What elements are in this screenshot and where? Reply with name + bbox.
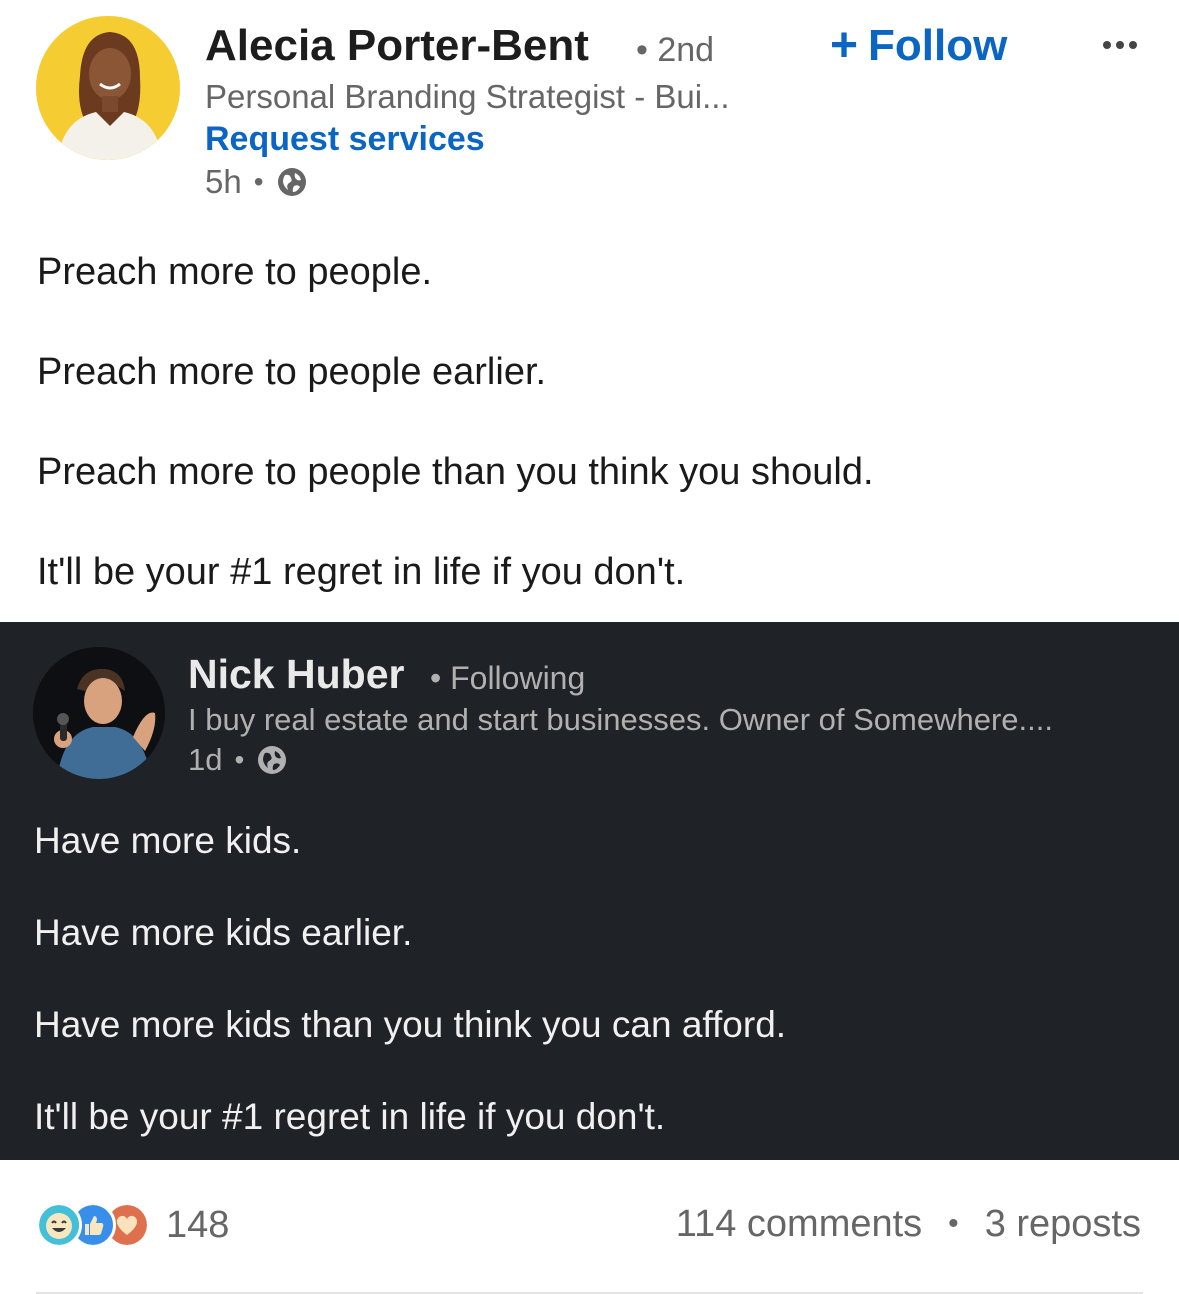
more-dot [1129, 41, 1137, 49]
connection-degree: • 2nd [636, 31, 715, 69]
embedded-post-text-line: It'll be your #1 regret in life if you d… [34, 1096, 666, 1137]
follow-button[interactable]: + Follow [830, 20, 1007, 72]
post-body: Preach more to people. Preach more to pe… [37, 248, 1147, 648]
post-text-line: It'll be your #1 regret in life if you d… [37, 551, 686, 593]
more-dot [1116, 41, 1124, 49]
embedded-author-headline: I buy real estate and start businesses. … [188, 702, 1053, 737]
follow-label: Follow [868, 21, 1008, 70]
embedded-author-name: Nick Huber [188, 651, 405, 697]
plus-icon: + [830, 19, 859, 72]
post-header: Alecia Porter-Bent • 2nd + Follow Person… [0, 0, 1179, 210]
embedded-follow-status: • Following [430, 660, 586, 696]
author-avatar-photo [36, 16, 180, 160]
comments-count-link[interactable]: 114 comments [676, 1202, 922, 1246]
reposts-count-link[interactable]: 3 reposts [985, 1202, 1141, 1246]
author-headline: Personal Branding Strategist - Bui... [205, 78, 730, 115]
post-time: 5h [205, 163, 242, 200]
request-services-link[interactable]: Request services [205, 118, 485, 160]
post-text-line: Preach more to people than you think you… [37, 451, 874, 493]
funny-reaction-icon [36, 1202, 82, 1248]
post-text-line: Preach more to people earlier. [37, 351, 547, 393]
engagement-summary: 114 comments • 3 reposts [676, 1202, 1141, 1246]
author-avatar[interactable] [36, 16, 180, 160]
post-text-line: Preach more to people. [37, 251, 433, 293]
meta-separator: • [253, 166, 264, 197]
author-name[interactable]: Alecia Porter-Bent [205, 20, 589, 72]
globe-icon [258, 746, 287, 774]
embedded-post-text-line: Have more kids earlier. [34, 912, 413, 953]
social-counts-bar: 148 114 comments • 3 reposts [0, 1160, 1179, 1294]
embedded-post-body: Have more kids. Have more kids earlier. … [34, 818, 1144, 1186]
engagement-separator: • [948, 1207, 959, 1240]
embedded-author-avatar-photo [33, 647, 165, 779]
embedded-post-meta: 1d • [188, 740, 288, 780]
more-options-icon[interactable] [1094, 30, 1146, 60]
meta-separator: • [234, 744, 245, 775]
embedded-post-text-line: Have more kids than you think you can af… [34, 1004, 787, 1045]
more-dot [1103, 41, 1111, 49]
globe-icon [277, 168, 306, 196]
reactions-summary[interactable]: 148 [36, 1202, 229, 1248]
embedded-post-text-line: Have more kids. [34, 820, 302, 861]
post-meta: 5h • [205, 162, 308, 202]
embedded-author-avatar [33, 647, 165, 779]
reaction-count: 148 [166, 1204, 230, 1246]
embedded-post-screenshot[interactable]: Nick Huber • Following I buy real estate… [0, 622, 1179, 1160]
embedded-post-time: 1d [188, 742, 223, 777]
